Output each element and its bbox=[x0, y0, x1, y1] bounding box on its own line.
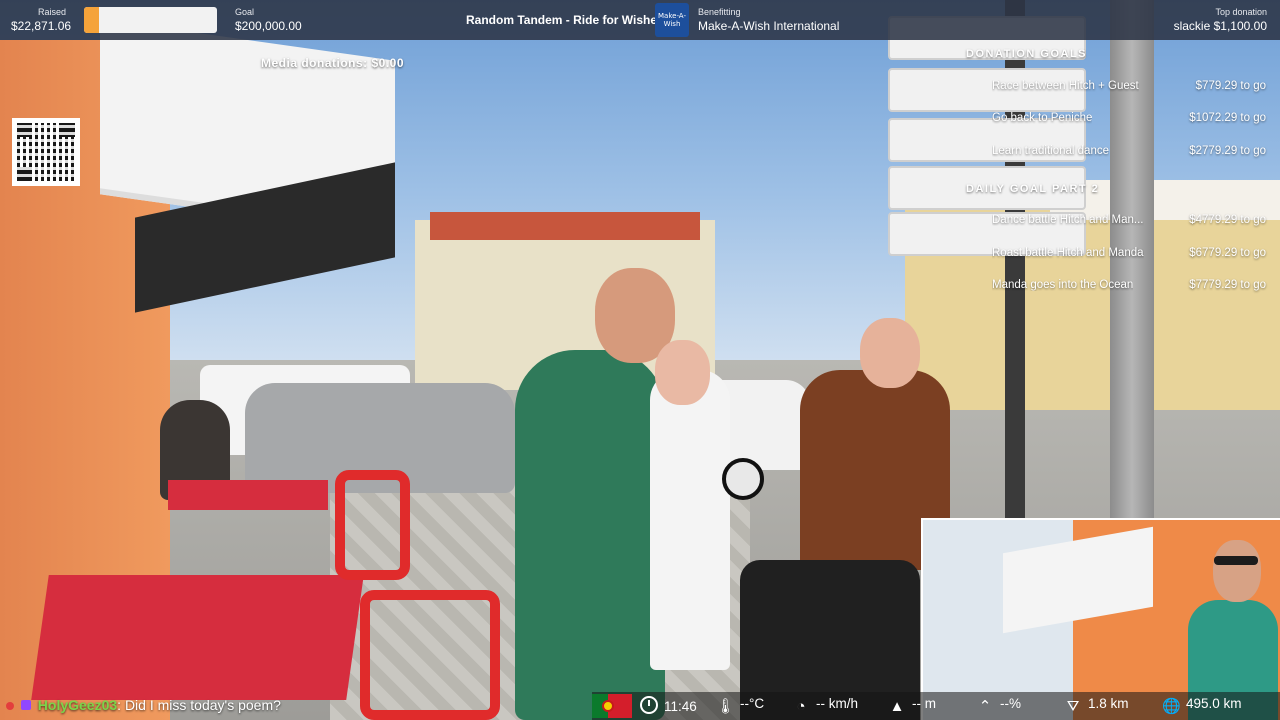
donation-goals-header: DONATION GOALS bbox=[966, 48, 1088, 60]
thermometer-icon: 🌡 bbox=[716, 698, 736, 715]
daily-goal-label: Manda goes into the Ocean bbox=[992, 279, 1134, 291]
cafe-table bbox=[168, 480, 328, 510]
stream-title: Random Tandem - Ride for Wishes bbox=[466, 13, 664, 27]
time-value: 11:46 bbox=[664, 699, 697, 714]
benefitting-value: Make-A-Wish International bbox=[698, 19, 840, 33]
bottom-bar: HolyGeez03: Did I miss today's poem? 11:… bbox=[0, 692, 1280, 720]
woman-head bbox=[655, 340, 710, 405]
cafe-chair bbox=[335, 470, 410, 580]
benefitting-label: Benefitting bbox=[698, 7, 741, 17]
donation-progress-bar bbox=[84, 7, 217, 33]
goal-value: $200,000.00 bbox=[235, 19, 302, 33]
telemetry-temperature: 🌡 --°C bbox=[716, 696, 764, 716]
top-donation-label: Top donation bbox=[1215, 7, 1267, 17]
telemetry-altitude: ▲ -- m bbox=[888, 696, 936, 716]
goal-item-amount: $1072.29 to go bbox=[1189, 112, 1266, 124]
woman-head bbox=[860, 318, 920, 388]
goal-item-label: Go back to Peniche bbox=[992, 112, 1093, 124]
telemetry-grade: ⌃ --% bbox=[976, 696, 1021, 716]
temperature-value: --°C bbox=[740, 696, 765, 711]
facecam-pip bbox=[921, 518, 1280, 720]
raised-label: Raised bbox=[38, 7, 67, 17]
make-a-wish-logo: Make-A-Wish bbox=[655, 3, 689, 37]
subscriber-badge-icon bbox=[20, 700, 31, 710]
chat-separator: : bbox=[117, 697, 122, 713]
speedometer-icon: ◔ bbox=[796, 698, 806, 715]
bike-mirror bbox=[722, 458, 764, 500]
telemetry-distance: ⛛ 1.8 km bbox=[1064, 696, 1129, 716]
daily-goal-amount: $7779.29 to go bbox=[1189, 279, 1266, 291]
daily-goal-amount: $6779.29 to go bbox=[1189, 247, 1266, 259]
grade-value: --% bbox=[1000, 696, 1021, 711]
daily-goal-label: Roast battle Hitch and Manda bbox=[992, 247, 1144, 259]
telemetry-time: 11:46 bbox=[640, 696, 697, 714]
goal-label: Goal bbox=[235, 7, 255, 17]
cafe-table bbox=[31, 575, 364, 700]
telemetry-total-distance: 🌐 495.0 km bbox=[1162, 696, 1242, 716]
donation-progress-fill bbox=[84, 7, 100, 33]
lamp-pole bbox=[1110, 0, 1154, 520]
altitude-value: -- m bbox=[912, 696, 936, 711]
daily-goal-label: Dance battle Hitch and Man... bbox=[992, 214, 1144, 226]
goal-item-amount: $779.29 to go bbox=[1195, 80, 1266, 92]
daily-goal-amount: $4779.29 to go bbox=[1189, 214, 1266, 226]
chat-text: Did I miss today's poem? bbox=[124, 697, 281, 713]
broadcaster-badge-icon bbox=[6, 702, 14, 710]
flag-emblem bbox=[602, 700, 614, 712]
portugal-flag-icon bbox=[592, 694, 632, 718]
goal-item-label: Learn traditional dance bbox=[992, 145, 1109, 157]
raised-value: $22,871.06 bbox=[11, 19, 72, 33]
goal-item-label: Race between Hitch + Guest bbox=[992, 80, 1139, 92]
man-green-shirt bbox=[515, 350, 665, 720]
road-icon: ⛛ bbox=[1066, 698, 1080, 715]
clock-icon bbox=[640, 696, 658, 714]
incline-icon: ⌃ bbox=[978, 698, 992, 715]
roof bbox=[430, 212, 700, 240]
telemetry-bar: 11:46 🌡 --°C ◔ -- km/h ▲ -- m ⌃ --% ⛛ 1.8 km … bbox=[592, 692, 1280, 720]
donation-topbar: Raised $22,871.06 Goal $200,000.00 Rando… bbox=[0, 0, 1280, 40]
mountain-icon: ▲ bbox=[889, 698, 905, 715]
make-a-wish-logo-text: Make-A-Wish bbox=[658, 12, 686, 28]
daily-goal-header: DAILY GOAL PART 2 bbox=[966, 183, 1100, 195]
media-donations-total: Media donations: $0.00 bbox=[261, 56, 405, 70]
top-donation-value: slackie $1,100.00 bbox=[1173, 19, 1267, 33]
total-distance-value: 495.0 km bbox=[1186, 696, 1242, 711]
qr-code-icon[interactable] bbox=[12, 118, 80, 186]
speed-value: -- km/h bbox=[816, 696, 858, 711]
goal-item-amount: $2779.29 to go bbox=[1189, 145, 1266, 157]
distance-value: 1.8 km bbox=[1088, 696, 1129, 711]
pip-rider-head bbox=[1213, 540, 1261, 602]
globe-icon: 🌐 bbox=[1162, 698, 1181, 715]
chat-message: HolyGeez03: Did I miss today's poem? bbox=[6, 697, 281, 713]
pip-sunglasses bbox=[1214, 556, 1258, 565]
telemetry-speed: ◔ -- km/h bbox=[792, 696, 858, 716]
chat-username[interactable]: HolyGeez03 bbox=[38, 697, 117, 713]
qr-code-mask bbox=[17, 123, 75, 181]
woman-white-shirt bbox=[650, 370, 730, 670]
